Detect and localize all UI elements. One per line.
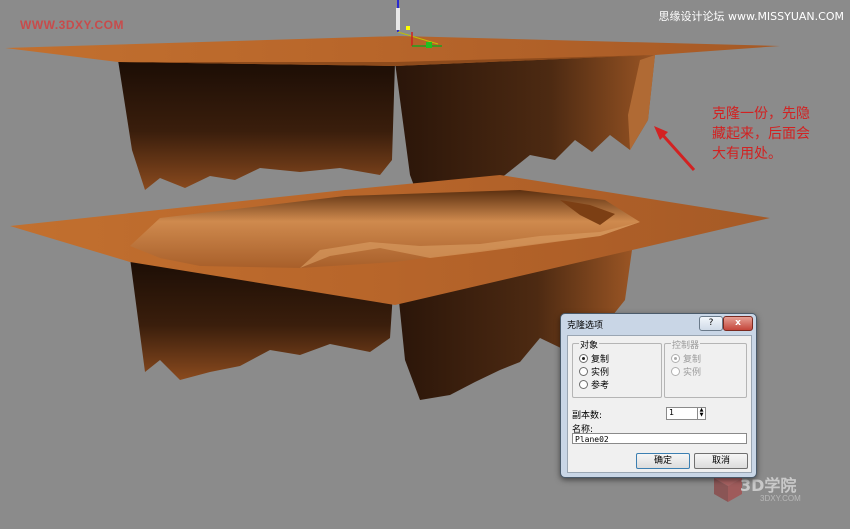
upper-terrain-underside-left <box>118 60 395 190</box>
object-copy-radio[interactable]: 复制 <box>579 352 609 365</box>
annotation-line-2: 藏起来，后面会 <box>712 126 810 142</box>
annotation-line-3: 大有用处。 <box>712 146 782 162</box>
dialog-titlebar[interactable]: 克隆选项 ? x <box>561 314 756 332</box>
help-button[interactable]: ? <box>699 316 723 331</box>
dialog-client: 对象 复制 实例 参考 控制器 复制 实例 副本数: 1 ▲ ▼ 名称: Plan… <box>567 335 752 473</box>
controller-copy-label: 复制 <box>683 355 702 365</box>
controller-group: 控制器 复制 实例 <box>664 338 747 398</box>
annotation-text: 克隆一份，先隐 藏起来，后面会 大有用处。 <box>712 104 840 164</box>
dialog-title: 克隆选项 <box>567 321 604 331</box>
name-input[interactable]: Plane02 <box>572 433 747 444</box>
cancel-button[interactable]: 取消 <box>694 453 748 469</box>
controller-instance-label: 实例 <box>683 368 702 378</box>
watermark-left: WWW.3DXY.COM <box>20 18 124 32</box>
radio-dot <box>579 367 588 376</box>
watermark-right: 思缘设计论坛 www.MISSYUAN.COM <box>658 10 844 23</box>
copies-label: 副本数: <box>572 411 603 421</box>
object-reference-label: 参考 <box>591 381 610 391</box>
controller-copy-radio[interactable]: 复制 <box>671 352 701 365</box>
radio-dot <box>671 367 680 376</box>
object-group: 对象 复制 实例 参考 <box>572 338 662 398</box>
object-group-label: 对象 <box>579 338 600 351</box>
copies-value: 1 <box>669 408 675 417</box>
radio-dot-selected <box>579 354 588 363</box>
object-reference-radio[interactable]: 参考 <box>579 378 609 391</box>
spinner-arrows-icon[interactable]: ▲ ▼ <box>697 408 705 419</box>
object-copy-label: 复制 <box>591 355 610 365</box>
radio-dot-selected <box>671 354 680 363</box>
annotation-line-1: 克隆一份，先隐 <box>712 106 810 122</box>
copies-spinner[interactable]: 1 ▲ ▼ <box>666 407 706 420</box>
upper-terrain-plate <box>5 36 780 66</box>
radio-dot <box>579 380 588 389</box>
object-instance-label: 实例 <box>591 368 610 378</box>
object-instance-radio[interactable]: 实例 <box>579 365 609 378</box>
controller-instance-radio[interactable]: 实例 <box>671 365 701 378</box>
ok-button[interactable]: 确定 <box>636 453 690 469</box>
close-button[interactable]: x <box>723 316 753 331</box>
controller-group-label: 控制器 <box>671 338 701 351</box>
brand-sub: 3DXY.COM <box>760 494 801 503</box>
clone-options-dialog: 克隆选项 ? x 对象 复制 实例 参考 控制器 复制 实例 副本数: 1 ▲ ▼… <box>560 313 757 478</box>
